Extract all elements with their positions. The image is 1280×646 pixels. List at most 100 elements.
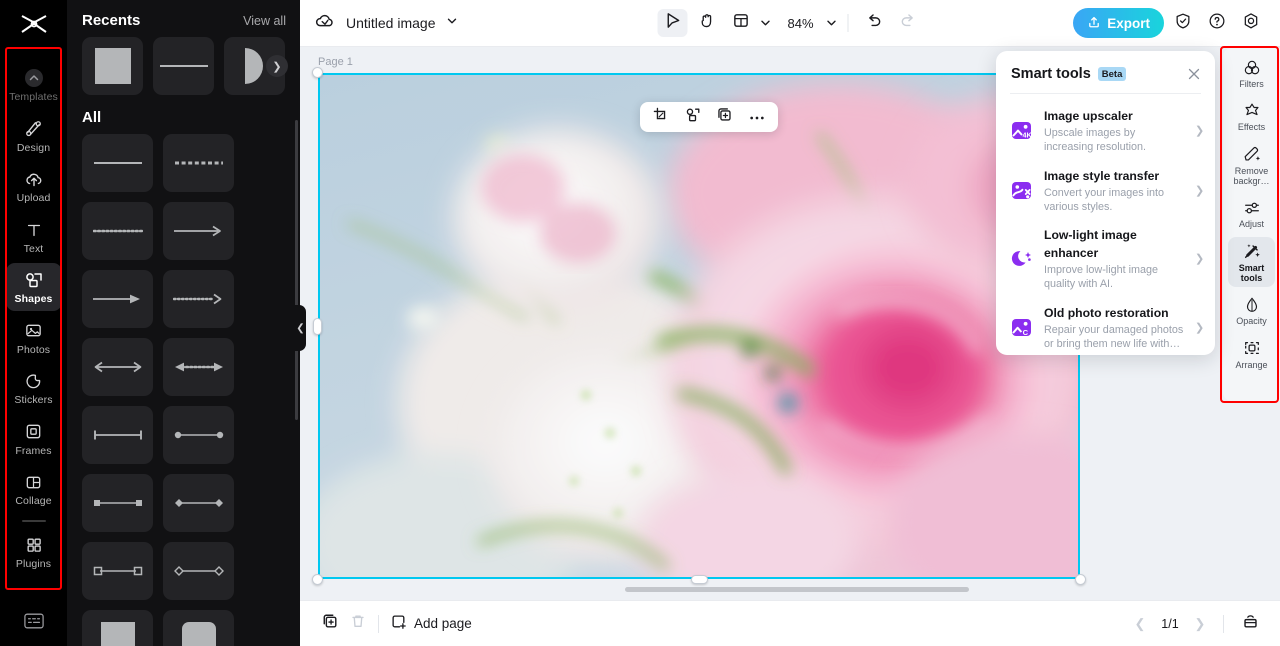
chevron-down-icon[interactable] <box>826 17 838 29</box>
sidebar-item-photos[interactable]: Photos <box>6 314 62 362</box>
cloud-sync-icon[interactable] <box>314 10 336 37</box>
canvas-horizontal-scrollbar[interactable] <box>625 587 969 592</box>
shape-line-hollow-diamond-ends[interactable] <box>163 542 234 600</box>
resize-handle-top-left[interactable] <box>312 67 323 78</box>
shape-line-dashed[interactable] <box>163 134 234 192</box>
shape-line-hollow-square-ends[interactable] <box>82 542 153 600</box>
sidebar-item-design[interactable]: Design <box>6 112 62 160</box>
close-icon[interactable] <box>1185 65 1203 83</box>
smart-tool-name: Image upscaler <box>1044 109 1133 123</box>
smart-tool-text: Image upscaler Upscale images by increas… <box>1044 107 1186 155</box>
recents-title: Recents <box>82 12 141 29</box>
prev-page-button[interactable]: ❮ <box>1129 613 1151 635</box>
sidebar-item-shapes[interactable]: Shapes <box>5 263 62 311</box>
help-button[interactable] <box>1202 9 1232 37</box>
cutout-button[interactable] <box>678 104 708 130</box>
sidebar-item-label: Stickers <box>14 394 53 407</box>
shape-arrow-dotted-double[interactable] <box>163 338 234 396</box>
crop-button[interactable] <box>646 104 676 130</box>
view-all-link[interactable]: View all <box>243 14 286 28</box>
rail-divider <box>21 47 46 49</box>
shape-arrow-solid-right[interactable] <box>82 270 153 328</box>
shield-button[interactable] <box>1168 9 1198 37</box>
page-panel-button[interactable] <box>1236 610 1264 638</box>
cursor-select-tool[interactable] <box>657 9 688 37</box>
sidebar-item-frames[interactable]: Frames <box>6 415 62 463</box>
right-tool-filters[interactable]: Filters <box>1228 53 1275 93</box>
export-button[interactable]: Export <box>1073 8 1164 38</box>
shape-arrow-dotted-right[interactable] <box>163 270 234 328</box>
element-float-toolbar <box>640 102 778 132</box>
add-page-label: Add page <box>414 616 472 631</box>
chevron-right-icon: ❯ <box>1195 125 1205 138</box>
capcut-logo[interactable] <box>0 0 67 47</box>
recents-row: ❯ <box>67 37 300 95</box>
sidebar-item-text[interactable]: Text <box>6 213 62 261</box>
right-tool-label: Effects <box>1237 122 1266 133</box>
duplicate-button[interactable] <box>710 104 740 130</box>
shape-arrow-thin-right[interactable] <box>163 202 234 260</box>
shape-line-bar-ends[interactable] <box>82 406 153 464</box>
shape-arrow-double-ended[interactable] <box>82 338 153 396</box>
sidebar-item-collage[interactable]: Collage <box>6 465 62 513</box>
sidebar-item-plugins[interactable]: Plugins <box>6 528 62 576</box>
right-tool-label: Opacity <box>1236 316 1267 327</box>
delete-page-button[interactable] <box>344 610 372 638</box>
right-tool-opacity[interactable]: Opacity <box>1228 290 1275 330</box>
resize-handle-bottom[interactable] <box>691 575 708 584</box>
undo-button[interactable] <box>859 9 889 37</box>
document-title[interactable]: Untitled image <box>346 15 436 31</box>
sidebar-item-templates[interactable]: Templates <box>6 61 62 109</box>
recent-shape-square[interactable] <box>82 37 143 95</box>
layout-panels-tool[interactable] <box>725 9 755 37</box>
smart-tools-popover: Smart tools Beta 4K Image upscaler Upsca… <box>996 51 1215 355</box>
smart-tool-old-photo-restoration[interactable]: C Old photo restoration Repair your dama… <box>1004 298 1209 356</box>
recents-next-button[interactable]: ❯ <box>266 55 288 77</box>
shape-rounded-square[interactable] <box>163 610 234 646</box>
rail-item-list: Templates Design Upload Text Shapes Phot… <box>0 55 67 575</box>
toolbar-divider <box>847 14 849 32</box>
opacity-drop-icon <box>1242 295 1261 314</box>
more-options-button[interactable] <box>742 104 772 130</box>
smart-tool-image-upscaler[interactable]: 4K Image upscaler Upscale images by incr… <box>1004 101 1209 161</box>
right-tool-adjust[interactable]: Adjust <box>1228 193 1275 233</box>
sidebar-item-stickers[interactable]: Stickers <box>6 364 62 412</box>
selected-image-element[interactable] <box>312 67 1086 585</box>
panel-scrollbar[interactable] <box>295 120 298 420</box>
recent-shape-line[interactable] <box>153 37 214 95</box>
settings-button[interactable] <box>1236 9 1266 37</box>
panel-collapse-handle[interactable]: ❮ <box>295 305 306 351</box>
text-icon <box>23 219 45 241</box>
shape-line-dotted[interactable] <box>82 202 153 260</box>
smart-tool-low-light-enhancer[interactable]: Low-light image enhancer Improve low-lig… <box>1004 220 1209 298</box>
resize-handle-bottom-right[interactable] <box>1075 574 1086 585</box>
smart-tool-text: Image style transfer Convert your images… <box>1044 167 1186 215</box>
shape-square-filled[interactable] <box>82 610 153 646</box>
shape-line-diamond-ends[interactable] <box>163 474 234 532</box>
add-page-button[interactable]: Add page <box>391 614 472 633</box>
resize-handle-bottom-left[interactable] <box>312 574 323 585</box>
right-tool-effects[interactable]: Effects <box>1228 96 1275 136</box>
page-panel-icon <box>1242 613 1259 635</box>
flower-photo <box>318 73 1080 579</box>
zoom-level[interactable]: 84% <box>785 16 815 31</box>
right-tool-remove-background[interactable]: Remove backgr… <box>1228 140 1275 191</box>
sidebar-item-upload[interactable]: Upload <box>6 162 62 210</box>
chevron-down-icon[interactable] <box>759 17 771 29</box>
redo-button[interactable] <box>893 9 923 37</box>
chevron-down-icon[interactable] <box>446 14 458 32</box>
shape-line-square-ends[interactable] <box>82 474 153 532</box>
duplicate-page-button[interactable] <box>316 610 344 638</box>
shape-line-circle-ends[interactable] <box>163 406 234 464</box>
right-tool-label: Smart tools <box>1238 262 1265 284</box>
right-tool-arrange[interactable]: Arrange <box>1228 334 1275 374</box>
keyboard-shortcuts-button[interactable] <box>0 613 67 634</box>
next-page-button[interactable]: ❯ <box>1189 613 1211 635</box>
shape-line-solid[interactable] <box>82 134 153 192</box>
right-tool-smart-tools[interactable]: Smart tools <box>1228 236 1275 288</box>
resize-handle-left[interactable] <box>313 318 322 335</box>
hand-pan-tool[interactable] <box>691 9 721 37</box>
smart-tool-image-style-transfer[interactable]: Image style transfer Convert your images… <box>1004 161 1209 221</box>
smart-tool-name: Image style transfer <box>1044 168 1160 183</box>
magic-wand-icon <box>1242 242 1261 261</box>
